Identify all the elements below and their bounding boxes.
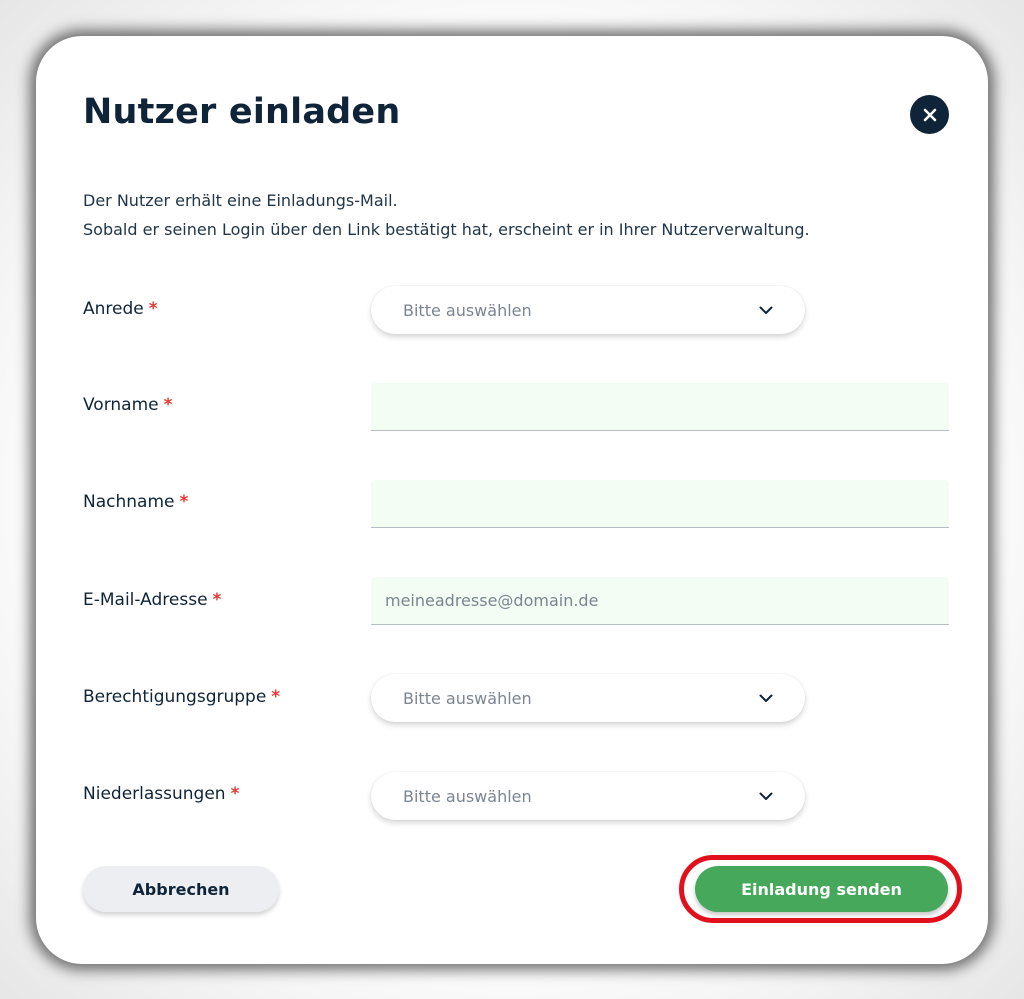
- close-icon: [923, 108, 936, 121]
- email-input[interactable]: [371, 577, 949, 625]
- chevron-down-icon: [759, 792, 773, 800]
- description-line-2: Sobald er seinen Login über den Link bes…: [83, 220, 810, 239]
- branches-label-text: Niederlassungen: [83, 784, 226, 804]
- required-marker: *: [148, 299, 158, 319]
- dialog-description: Der Nutzer erhält eine Einladungs-Mail. …: [83, 186, 810, 244]
- salutation-label-text: Anrede: [83, 299, 144, 319]
- required-marker: *: [179, 492, 189, 512]
- permission-group-select[interactable]: Bitte auswählen: [371, 674, 805, 722]
- branches-label: Niederlassungen *: [83, 784, 239, 804]
- salutation-select[interactable]: Bitte auswählen: [371, 286, 805, 334]
- close-button[interactable]: [910, 95, 949, 134]
- dialog-title: Nutzer einladen: [83, 92, 401, 132]
- salutation-placeholder: Bitte auswählen: [403, 300, 532, 320]
- chevron-down-icon: [759, 694, 773, 702]
- permission-group-placeholder: Bitte auswählen: [403, 688, 532, 708]
- first-name-input[interactable]: [371, 383, 949, 431]
- cancel-button[interactable]: Abbrechen: [83, 866, 279, 912]
- branches-placeholder: Bitte auswählen: [403, 786, 532, 806]
- required-marker: *: [212, 590, 222, 610]
- permission-group-label-text: Berechtigungsgruppe: [83, 687, 267, 707]
- required-marker: *: [163, 395, 173, 415]
- salutation-label: Anrede *: [83, 299, 158, 319]
- required-marker: *: [271, 687, 281, 707]
- branches-select[interactable]: Bitte auswählen: [371, 772, 805, 820]
- send-invitation-button[interactable]: Einladung senden: [695, 866, 948, 912]
- first-name-label: Vorname *: [83, 395, 173, 415]
- email-label: E-Mail-Adresse *: [83, 590, 221, 610]
- last-name-label-text: Nachname: [83, 492, 175, 512]
- invite-user-dialog: Nutzer einladen Der Nutzer erhält eine E…: [36, 36, 988, 964]
- permission-group-label: Berechtigungsgruppe *: [83, 687, 280, 707]
- email-label-text: E-Mail-Adresse: [83, 590, 208, 610]
- description-line-1: Der Nutzer erhält eine Einladungs-Mail.: [83, 191, 398, 210]
- chevron-down-icon: [759, 306, 773, 314]
- first-name-label-text: Vorname: [83, 395, 159, 415]
- last-name-input[interactable]: [371, 480, 949, 528]
- required-marker: *: [230, 784, 240, 804]
- last-name-label: Nachname *: [83, 492, 188, 512]
